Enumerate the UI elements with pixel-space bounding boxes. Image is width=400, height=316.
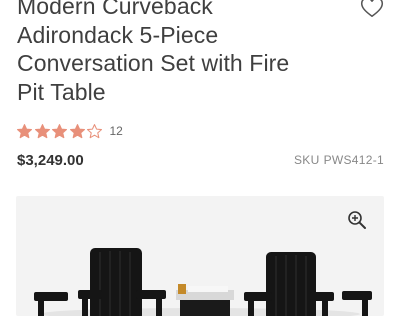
star-filled-icon [69, 123, 85, 138]
product-title-line-4: Pit Table [17, 78, 106, 105]
heart-outline-icon [360, 0, 384, 17]
star-filled-icon [17, 123, 32, 138]
review-count[interactable]: 12 [110, 124, 123, 138]
wishlist-button[interactable] [359, 0, 385, 20]
product-title-line-1: Modern Curveback [17, 0, 213, 19]
price: $3,249.00 [17, 152, 84, 169]
product-title-line-3: Conversation Set with Fire [17, 50, 290, 76]
rating: 12 [16, 122, 123, 140]
star-outline-icon [87, 123, 102, 138]
sku-label: SKU [293, 153, 320, 167]
sku-value: PWS412-1 [323, 153, 384, 167]
zoom-button[interactable] [347, 210, 367, 230]
zoom-in-icon [348, 211, 366, 229]
sku: SKU PWS412-1 [294, 153, 384, 167]
product-image [34, 248, 372, 316]
product-image-card[interactable] [16, 196, 384, 316]
star-filled-icon [52, 123, 67, 138]
product-title: Modern Curveback Adirondack 5-Piece Conv… [17, 0, 347, 106]
product-title-line-2: Adirondack 5-Piece [17, 21, 219, 48]
star-filled-icon [34, 123, 50, 138]
star-rating[interactable] [16, 123, 104, 140]
